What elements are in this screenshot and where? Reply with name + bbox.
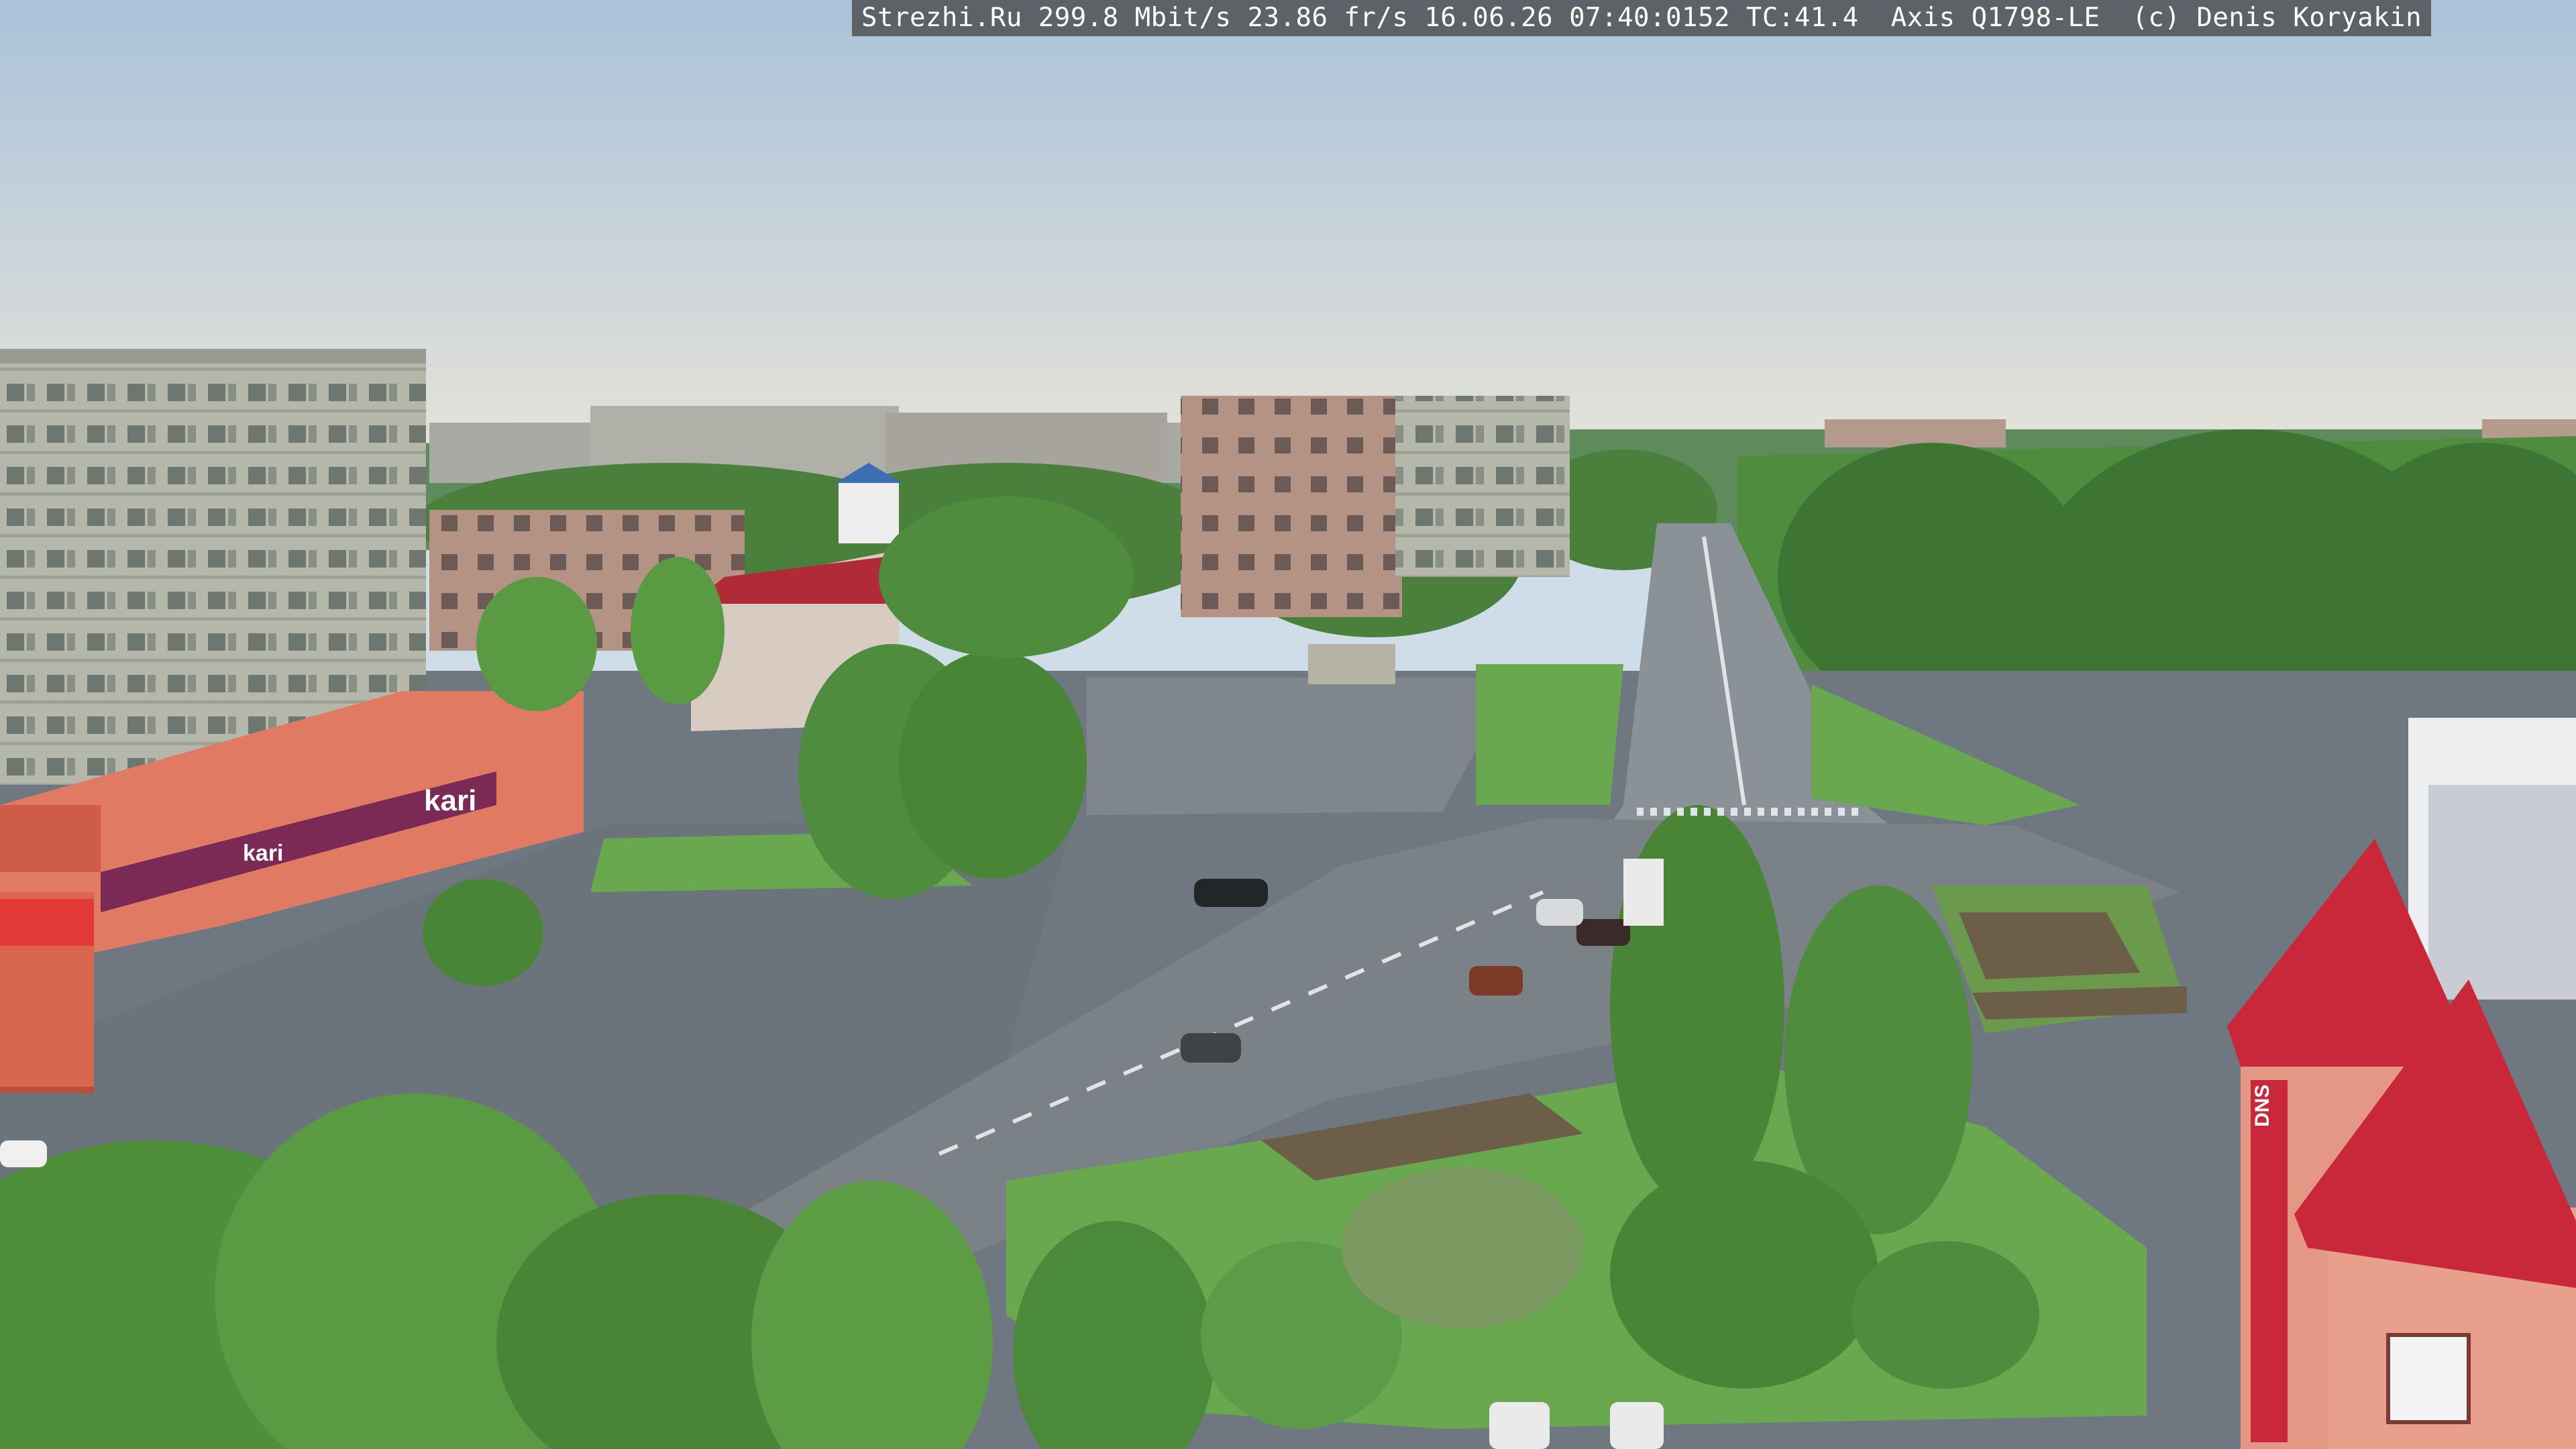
store-sign-kari: kari xyxy=(424,784,476,817)
plaza xyxy=(1087,678,1516,815)
panel-building-center xyxy=(1181,396,1570,684)
camera-info-overlay: Strezhi.Ru 299.8 Mbit/s 23.86 fr/s 16.06… xyxy=(852,0,2432,36)
webcam-scene: kari kari DNS xyxy=(0,0,2576,1449)
tower-sign-dns: DNS xyxy=(2251,1085,2273,1127)
store-sign-kari-small: kari xyxy=(243,841,284,866)
